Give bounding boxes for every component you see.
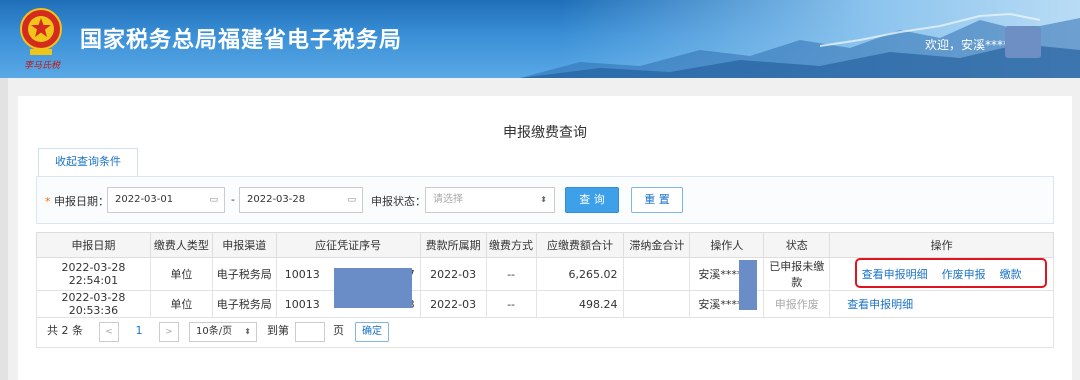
site-title: 国家税务总局福建省电子税务局 (80, 28, 403, 53)
dropdown-arrow-icon: ⬍ (244, 327, 251, 336)
col-header: 操作 (829, 232, 1054, 258)
left-scroll-strip (0, 78, 8, 380)
calendar-icon: ▭ (347, 195, 356, 205)
col-header: 缴费人类型 (149, 232, 213, 258)
user-avatar[interactable] (1005, 26, 1041, 58)
col-header: 申报日期 (36, 232, 151, 258)
prev-page-button[interactable]: < (99, 322, 119, 342)
col-header: 费款所属期 (419, 232, 487, 258)
page-title: 申报缴费查询 (503, 125, 587, 141)
next-page-button[interactable]: > (159, 322, 179, 342)
total-count: 共 2 条 (47, 322, 83, 342)
col-header: 滞纳金合计 (623, 232, 691, 258)
signature-logo: 李马氏税 (24, 61, 61, 71)
pagination-bar: 共 2 条 < 1 > 10条/页 ⬍ 到第 页 确定 (36, 314, 1054, 348)
goto-page-input[interactable] (295, 322, 325, 342)
cell-payer-type: 单位 (149, 257, 213, 291)
total-suffix: 条 (72, 324, 83, 337)
table-header-row: 申报日期 缴费人类型 申报渠道 应征凭证序号 费款所属期 缴费方式 应缴费额合计… (36, 232, 1054, 258)
date-to-input[interactable]: 2022-03-28 ▭ (239, 187, 363, 213)
main-panel: 申报缴费查询 收起查询条件 * 申报日期： 2022-03-01 ▭ - 202… (18, 96, 1072, 380)
page-number-current[interactable]: 1 (129, 322, 149, 342)
voucher-prefix: 10013 (284, 297, 320, 311)
cell-period: 2022-03 (419, 257, 487, 291)
redaction-mask-voucher (334, 268, 412, 308)
actions-highlight-box (855, 258, 1047, 288)
status-label: 申报状态： (371, 195, 426, 208)
filter-bar: * 申报日期： 2022-03-01 ▭ - 2022-03-28 ▭ 申报状态… (36, 176, 1054, 224)
col-header: 申报渠道 (211, 232, 277, 258)
total-number: 2 (61, 324, 69, 337)
site-header: 李马氏税 国家税务总局福建省电子税务局 欢迎，安溪**** (0, 0, 1080, 78)
cell-status: 已申报未缴款 (763, 257, 831, 291)
col-header: 应缴费额合计 (535, 232, 625, 258)
col-header: 应征凭证序号 (275, 232, 421, 258)
cell-date: 2022-03-28 22:54:01 (36, 257, 151, 291)
calendar-icon: ▭ (209, 195, 218, 205)
col-header: 操作人 (689, 232, 765, 258)
page-size-select[interactable]: 10条/页 ⬍ (189, 322, 257, 342)
cell-amount: 6,265.02 (535, 257, 625, 291)
reset-button[interactable]: 重 置 (631, 187, 683, 213)
national-emblem-icon (20, 8, 62, 55)
voucher-prefix: 10013 (284, 267, 320, 281)
status-select[interactable]: 请选择 ⬍ (425, 187, 555, 213)
page-unit-label: 页 (333, 324, 344, 337)
redaction-mask-operator (739, 260, 757, 310)
date-from-input[interactable]: 2022-03-01 ▭ (107, 187, 225, 213)
cell-channel: 电子税务局 (211, 257, 277, 291)
page-size-value: 10条/页 (196, 326, 233, 337)
date-label-text: 申报日期： (54, 195, 109, 208)
query-button[interactable]: 查 询 (565, 187, 619, 213)
welcome-text: 欢迎，安溪**** (925, 38, 1010, 52)
date-to-value: 2022-03-28 (247, 194, 306, 205)
tab-collapse-query[interactable]: 收起查询条件 (38, 148, 138, 176)
date-separator: - (231, 193, 235, 206)
goto-label: 到第 (267, 324, 289, 337)
date-from-value: 2022-03-01 (115, 194, 174, 205)
required-mark: * (45, 195, 51, 208)
col-header: 状态 (763, 232, 831, 258)
cell-late-fee (623, 257, 691, 291)
status-placeholder: 请选择 (433, 194, 463, 205)
col-header: 缴费方式 (485, 232, 537, 258)
date-label: * 申报日期： (45, 193, 109, 209)
cell-pay-method: -- (485, 257, 537, 291)
confirm-page-button[interactable]: 确定 (355, 322, 389, 342)
dropdown-arrow-icon: ⬍ (540, 195, 547, 204)
total-prefix: 共 (47, 324, 58, 337)
view-detail-link[interactable]: 查看申报明细 (847, 298, 913, 311)
